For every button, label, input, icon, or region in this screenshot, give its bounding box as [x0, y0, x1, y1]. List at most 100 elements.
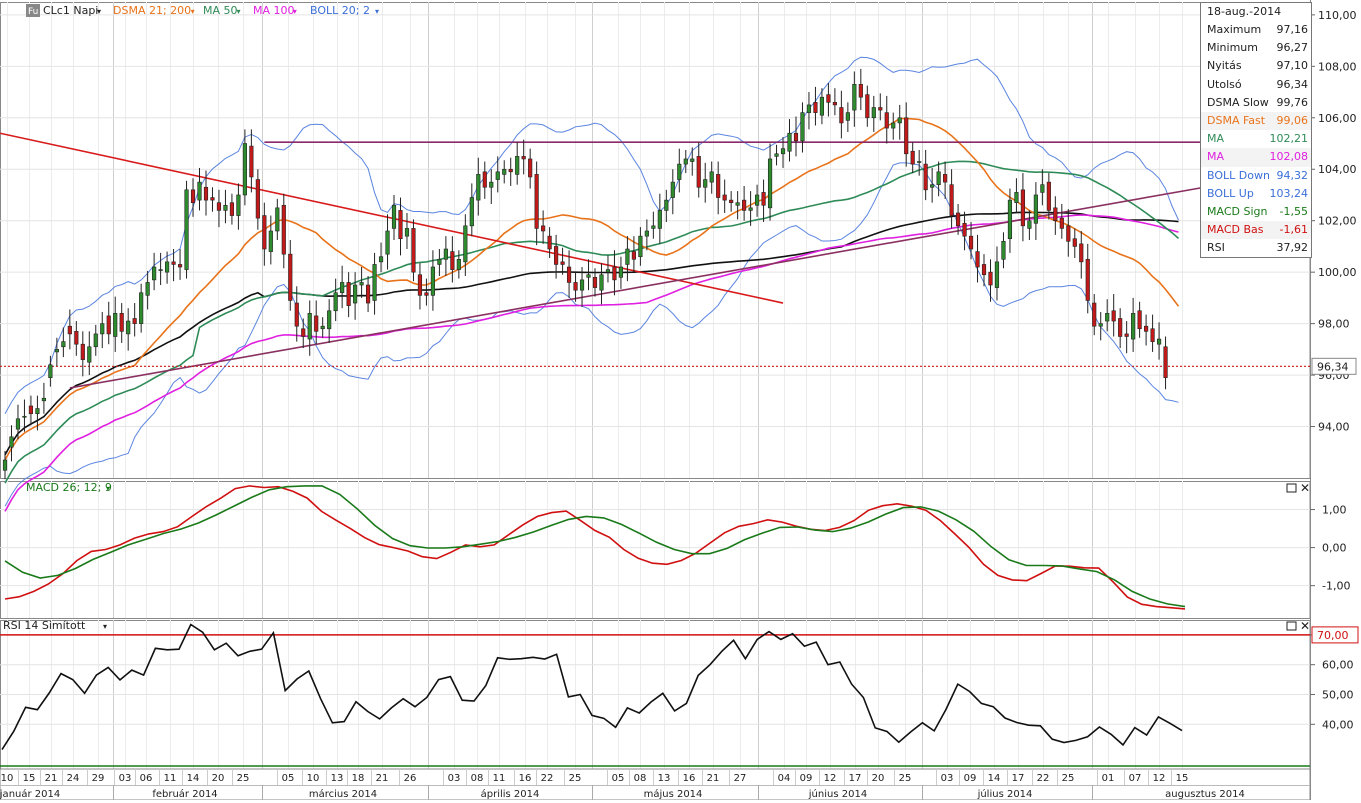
indicator-label: MA 50 — [203, 4, 238, 17]
candle-body — [793, 132, 799, 142]
candle-body — [981, 264, 987, 276]
candle-body — [936, 171, 941, 185]
candle-body — [1131, 313, 1136, 340]
info-row: BOLL Down 94,32 — [1201, 167, 1311, 185]
maximize-icon[interactable] — [1286, 621, 1297, 631]
candle-body — [1066, 225, 1071, 242]
candle-body — [755, 194, 760, 206]
date-day-label: 08 — [634, 773, 647, 784]
candle-body — [651, 225, 656, 229]
candle-body — [495, 171, 500, 180]
indicator-menu[interactable]: MA 50▾ — [203, 4, 241, 17]
candle-body — [554, 246, 559, 265]
date-day-label: 05 — [612, 773, 625, 784]
candle-body — [2, 459, 8, 471]
candle-body — [1085, 258, 1090, 301]
info-date: 18-aug.-2014 — [1207, 5, 1282, 18]
close-icon[interactable]: ✕ — [1300, 481, 1310, 495]
candle-body — [171, 261, 176, 265]
info-row-value: 99,06 — [1276, 113, 1309, 127]
date-day-label: 15 — [1176, 773, 1189, 784]
maximize-icon-shape — [1286, 621, 1297, 631]
candle-body — [767, 158, 773, 209]
candle-body — [586, 274, 591, 278]
candle-body — [800, 112, 805, 142]
candle-body — [61, 341, 66, 348]
info-row: Minimum 96,27 — [1201, 39, 1311, 57]
close-icon[interactable]: ✕ — [1300, 619, 1310, 633]
candle-body — [443, 248, 448, 260]
candle-body — [48, 364, 53, 378]
date-day-label: 05 — [282, 773, 295, 784]
candle-body — [139, 292, 144, 324]
candle-body — [618, 266, 624, 278]
indicator-menu[interactable]: DSMA 21; 200 ▾ — [113, 4, 195, 17]
candle-body — [365, 284, 371, 304]
date-day-label: 14 — [988, 773, 1001, 784]
candle-body — [54, 349, 59, 353]
candle-body — [456, 258, 461, 270]
indicator-menu[interactable]: BOLL 20; 2 ▾ — [310, 4, 379, 17]
candle-body — [223, 204, 228, 211]
candle-body — [878, 107, 883, 111]
info-row-label: MA — [1207, 132, 1225, 146]
candle-body — [15, 418, 21, 430]
candle-body — [508, 168, 513, 173]
candle-body — [9, 436, 14, 448]
info-row-value: 103,24 — [1269, 186, 1309, 200]
candle-body — [1072, 238, 1077, 247]
info-row-value: 94,32 — [1276, 168, 1309, 182]
candle-body — [729, 199, 734, 203]
date-day-label: 25 — [237, 773, 250, 784]
info-row: RSI 37,92 — [1201, 239, 1311, 257]
toolbar: Fu CLc1 Napi▾ DSMA 21; 200 ▾ MA 50▾ MA 100▾ BO… — [26, 4, 379, 17]
info-row: MACD Sign -1,55 — [1201, 203, 1311, 221]
candle-body — [566, 266, 572, 283]
candle-body — [236, 194, 241, 216]
candle-body — [683, 158, 688, 165]
info-row-value: 97,16 — [1276, 23, 1309, 36]
candle-body — [430, 266, 435, 296]
candle-body — [378, 256, 384, 263]
candle-body — [832, 102, 837, 106]
info-row-label: RSI — [1207, 241, 1225, 255]
info-row-label: MACD Bas — [1207, 223, 1264, 237]
candle-body — [690, 158, 695, 162]
chart-canvas: 94,0096,0098,00100,00102,00104,00106,001… — [0, 0, 1361, 801]
date-day-label: 14 — [187, 773, 200, 784]
indicator-label: DSMA 21; 200 — [113, 4, 191, 17]
date-day-label: 21 — [45, 773, 58, 784]
info-rows: Maximum 97,16 Minimum 96,27 Nyitás 97,10 Utols… — [1201, 21, 1311, 257]
candle-body — [677, 163, 682, 180]
candle-body — [340, 282, 345, 294]
candle-body — [106, 315, 111, 335]
candle-body — [87, 346, 92, 363]
info-row-label: Nyitás — [1207, 59, 1242, 73]
candle-body — [359, 282, 364, 286]
macd-panel-label: MACD 26; 12; 9 — [26, 481, 112, 494]
candle-body — [463, 225, 468, 263]
candle-body — [774, 153, 779, 157]
info-row: MA 102,21 — [1201, 130, 1311, 148]
price-tick-label: 94,00 — [1318, 421, 1350, 434]
candle-body — [949, 184, 954, 216]
indicator-menu[interactable]: MA 100▾ — [253, 4, 297, 17]
candle-body — [839, 107, 844, 124]
date-day-label: 06 — [140, 773, 153, 784]
date-day-label: 11 — [164, 773, 177, 784]
candle-body — [638, 235, 643, 258]
chevron-down-icon: ▾ — [191, 7, 195, 16]
candle-body — [1059, 217, 1064, 229]
candle-body — [1092, 302, 1097, 327]
candle-body — [1118, 318, 1123, 337]
candle-body — [696, 156, 701, 188]
maximize-icon[interactable] — [1286, 483, 1297, 493]
date-day-label: 17 — [849, 773, 862, 784]
candle-body — [761, 192, 766, 206]
candle-body — [152, 266, 157, 281]
candle-body — [1163, 346, 1168, 378]
date-day-label: 29 — [92, 773, 105, 784]
candle-body — [975, 251, 980, 268]
info-row: BOLL Up 103,24 — [1201, 185, 1311, 203]
indicator-label: BOLL 20; 2 — [310, 4, 370, 17]
